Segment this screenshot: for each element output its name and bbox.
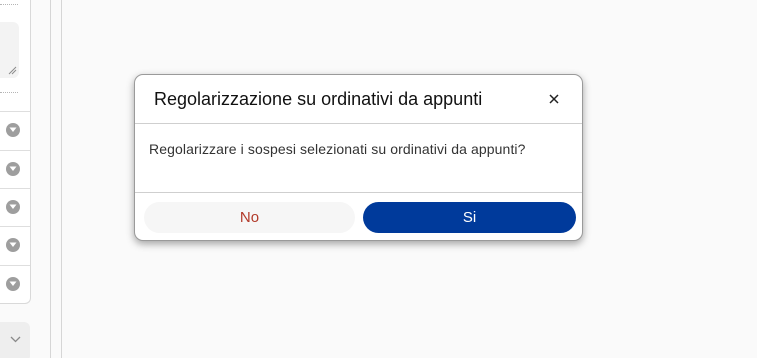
page: Regolarizzazione su ordinativi da appunt… (0, 0, 757, 358)
dropdown-chevron-icon[interactable] (6, 123, 20, 137)
divider (0, 188, 30, 189)
dropdown-chevron-icon[interactable] (6, 277, 20, 291)
yes-button[interactable]: Si (363, 202, 576, 233)
divider (0, 92, 18, 93)
separator-line (61, 0, 62, 358)
divider (0, 265, 30, 266)
no-button[interactable]: No (144, 202, 355, 233)
close-icon[interactable] (549, 94, 559, 104)
dialog-message: Regolarizzare i sospesi selezionati su o… (149, 141, 526, 157)
close-button[interactable] (544, 89, 564, 109)
divider (0, 4, 18, 5)
divider (0, 150, 30, 151)
chevron-down-icon[interactable] (10, 336, 21, 343)
dropdown-chevron-icon[interactable] (6, 238, 20, 252)
notes-textarea[interactable] (0, 22, 19, 78)
dropdown-chevron-icon[interactable] (6, 162, 20, 176)
divider (0, 111, 30, 112)
divider (0, 226, 30, 227)
confirm-dialog: Regolarizzazione su ordinativi da appunt… (134, 74, 583, 241)
dialog-body: Regolarizzare i sospesi selezionati su o… (135, 124, 582, 193)
collapse-section[interactable] (0, 322, 30, 358)
separator-line (50, 0, 51, 358)
resize-handle-icon[interactable] (8, 66, 17, 75)
dialog-title: Regolarizzazione su ordinativi da appunt… (154, 89, 483, 109)
dropdown-chevron-icon[interactable] (6, 200, 20, 214)
side-panel (0, 0, 31, 304)
dialog-header: Regolarizzazione su ordinativi da appunt… (135, 75, 582, 124)
dialog-footer: No Si (135, 193, 582, 240)
